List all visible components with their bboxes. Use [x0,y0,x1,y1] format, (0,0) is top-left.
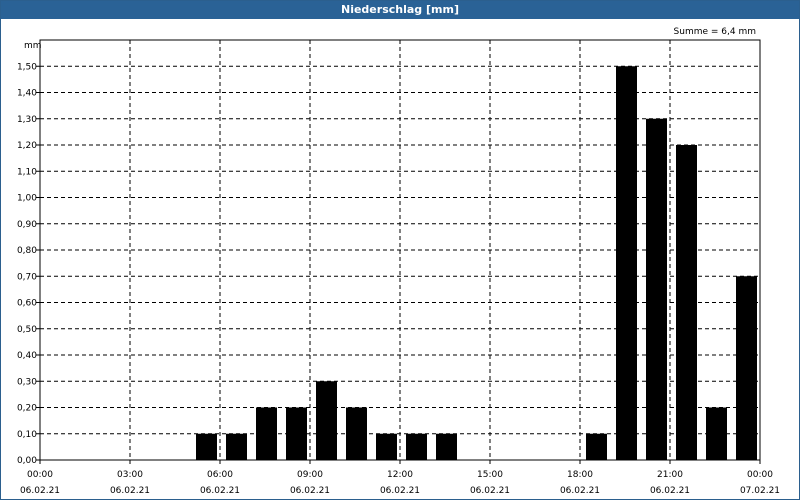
x-tick-time-label: 15:00 [477,470,503,480]
bar [676,145,697,460]
bar [436,433,457,460]
y-axis-ticks: 0,00 0,10 0,20 0,30 0,40 0,50 0,60 0,70 0,80 0,90… [17,62,40,466]
y-tick-label: 1,20 [17,141,37,151]
bar [196,433,217,460]
bar [286,407,307,460]
x-tick-time-label: 18:00 [567,470,593,480]
bar [256,407,277,460]
x-tick-date-label: 06.02.21 [20,486,60,496]
x-tick-date-label: 06.02.21 [200,486,240,496]
sum-annotation: Summe = 6,4 mm [674,27,756,37]
y-tick-label: 0,20 [17,404,37,414]
x-axis-ticks: 00:00 06.02.21 03:00 06.02.21 06:00 06.02.21 0… [20,460,780,496]
bar [586,433,607,460]
bar [736,276,757,460]
x-tick-time-label: 06:00 [207,470,233,480]
bar [376,433,397,460]
y-tick-label: 0,00 [17,456,37,466]
bar [406,433,427,460]
x-tick-time-label: 00:00 [27,470,53,480]
y-tick-label: 0,30 [17,377,37,387]
x-tick-date-label: 06.02.21 [470,486,510,496]
y-tick-label: 0,40 [17,351,37,361]
bar [346,407,367,460]
y-tick-label: 0,50 [17,325,37,335]
y-tick-label: 1,50 [17,62,37,72]
x-tick-time-label: 03:00 [117,470,143,480]
y-axis-label: mm [24,41,42,51]
bar [646,118,667,460]
y-tick-label: 1,10 [17,167,37,177]
bar [226,433,247,460]
x-tick-time-label: 09:00 [297,470,323,480]
y-tick-label: 0,10 [17,430,37,440]
y-tick-label: 0,90 [17,220,37,230]
y-tick-label: 0,80 [17,246,37,256]
x-tick-date-label: 06.02.21 [650,486,690,496]
x-tick-date-label: 06.02.21 [290,486,330,496]
bar-series [196,66,757,460]
precipitation-chart: mm Summe = 6,4 mm 0,000,100,200,300,400,… [17,27,780,496]
x-tick-date-label: 07.02.21 [740,486,780,496]
y-tick-label: 1,40 [17,89,37,99]
x-tick-date-label: 06.02.21 [110,486,150,496]
x-tick-date-label: 06.02.21 [560,486,600,496]
bar [616,66,637,460]
bar [316,381,337,460]
x-tick-date-label: 06.02.21 [380,486,420,496]
y-tick-label: 1,30 [17,115,37,125]
x-tick-time-label: 00:00 [747,470,773,480]
bar [706,407,727,460]
x-tick-time-label: 12:00 [387,470,413,480]
y-tick-label: 0,60 [17,299,37,309]
y-tick-label: 0,70 [17,272,37,282]
y-tick-label: 1,00 [17,194,37,204]
x-tick-time-label: 21:00 [657,470,683,480]
